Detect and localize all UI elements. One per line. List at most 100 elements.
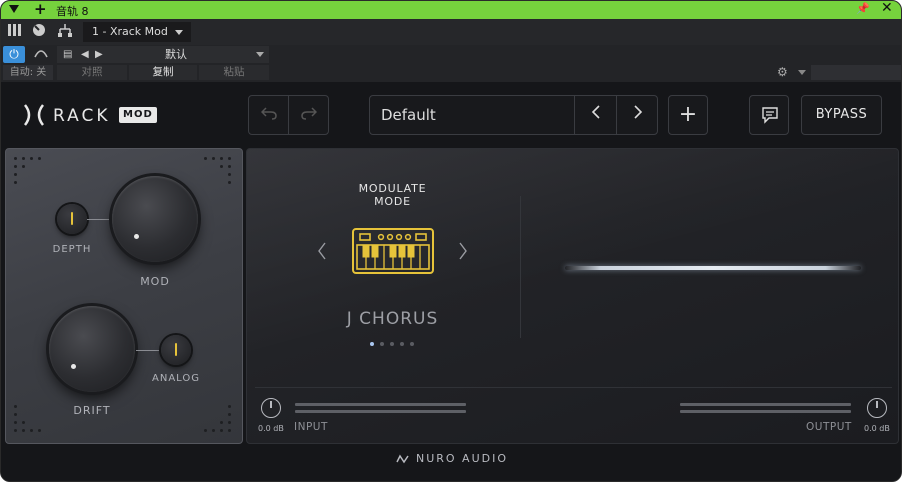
chevron-right-icon [633,105,642,119]
knob-indicator [71,364,76,369]
rack-view-icon[interactable] [5,23,25,41]
dial-icon[interactable] [29,23,49,41]
track-selector-label: 1 - Xrack Mod [92,25,168,38]
depth-knob[interactable] [57,204,87,234]
output-label: OUTPUT [806,421,852,433]
undo-icon [260,107,277,120]
chevron-down-icon[interactable] [256,52,264,57]
pin-icon[interactable]: 📌 [856,2,870,15]
output-meter-right [680,410,851,413]
redo-button[interactable] [289,96,329,134]
chat-icon [762,107,778,124]
pager-dot[interactable] [390,342,394,346]
input-gain-value: 0.0 dB [258,424,284,433]
prev-mode-button[interactable] [317,241,327,266]
nuro-logo-icon [396,454,409,464]
logo-text: RACK [53,106,111,126]
connector-line [136,350,160,351]
footer-brand-text: NURO AUDIO [415,452,509,465]
output-gain-knob[interactable] [867,398,887,418]
analog-label: ANALOG [152,373,200,384]
chevron-left-icon [591,105,600,119]
plugin-window: + 音轨 8 📌 ✕ 1 - Xrack Mod ⏻ ▤ ◀ ▶ 默认 自动: … [0,0,902,482]
host-toolbar: 1 - Xrack Mod ⏻ ▤ ◀ ▶ 默认 自动: 关 对照 复制 粘贴 … [1,19,901,82]
chevron-left-icon [318,242,326,260]
knob-indicator [175,343,177,356]
drift-knob[interactable] [49,306,135,392]
logo-badge: MOD [119,107,157,123]
preset-selector[interactable]: Default [369,95,658,135]
divider [255,387,892,388]
power-button[interactable]: ⏻ [3,46,25,63]
add-preset-button[interactable]: + [668,95,708,135]
knob-indicator [134,234,139,239]
close-icon[interactable]: ✕ [881,1,893,16]
copy-button[interactable]: 复制 [129,65,197,80]
compare-button[interactable]: 对照 [57,65,127,80]
pager-dot[interactable] [400,342,404,346]
undo-redo-group [248,95,329,135]
next-mode-button[interactable] [458,241,468,266]
pager-dot[interactable] [410,342,414,346]
input-meter-left [295,403,466,406]
paste-button[interactable]: 粘贴 [199,65,269,80]
connector-line [87,219,111,220]
redo-icon [301,107,318,120]
add-icon[interactable]: + [34,1,47,18]
mod-label: MOD [140,275,170,288]
mode-panel: MODULATE MODE J CHORUS 0.0 dB INPUT OUTP… [246,148,899,444]
automation-status[interactable]: 自动: 关 [3,65,53,80]
keyboard-synth-icon [352,228,434,274]
plugin-body: RACK MOD Default + BYPASS DEPTH MOD ANAL… [1,82,901,481]
next-preset-icon[interactable]: ▶ [95,46,103,63]
preset-file-icon[interactable]: ▤ [63,46,72,63]
preset-name[interactable]: Default [381,96,436,134]
corner-dots [14,405,46,437]
input-gain-knob[interactable] [261,398,281,418]
modulation-waveform [565,266,861,270]
window-title: 音轨 8 [56,5,89,18]
host-row-bottom: 自动: 关 对照 复制 粘贴 ⚙ [1,64,901,81]
title-bar: + 音轨 8 📌 ✕ [1,1,901,19]
bypass-button[interactable]: BYPASS [801,95,882,135]
chevron-down-icon [175,30,183,35]
knob-panel: DEPTH MOD ANALOG DRIFT [5,148,243,444]
host-preset-bar: ▤ ◀ ▶ 默认 [57,46,269,63]
prev-preset-icon[interactable]: ◀ [81,46,89,63]
routing-icon[interactable] [55,23,75,41]
pager-dot[interactable] [370,342,374,346]
mod-knob[interactable] [112,176,198,262]
input-meter-right [295,410,466,413]
host-row-top: 1 - Xrack Mod [1,19,901,45]
next-preset-button[interactable] [616,96,658,134]
corner-dots [14,157,46,189]
divider [520,196,521,338]
knob-indicator [71,212,73,225]
modulate-mode-title: MODULATE MODE [358,182,427,208]
pager-dot[interactable] [380,342,384,346]
chevron-down-icon[interactable] [798,70,806,75]
footer-brand: NURO AUDIO [1,452,901,465]
track-selector[interactable]: 1 - Xrack Mod [83,22,191,42]
input-label: INPUT [294,421,328,433]
gear-icon[interactable]: ⚙ [777,65,793,80]
prev-preset-button[interactable] [574,96,616,134]
output-meter-left [680,403,851,406]
corner-dots [204,405,236,437]
x-logo-icon [23,104,45,126]
feedback-button[interactable] [749,95,789,135]
depth-label: DEPTH [52,244,92,255]
output-gain-value: 0.0 dB [864,424,890,433]
host-preset-value[interactable]: 默认 [165,46,265,63]
automation-icon[interactable] [31,46,51,63]
host-blank-field [811,65,901,80]
analog-knob[interactable] [161,335,191,365]
mode-name: J CHORUS [346,309,439,329]
undo-button[interactable] [249,96,289,134]
collapse-icon[interactable] [9,5,19,13]
chevron-right-icon [459,242,467,260]
host-row-middle: ⏻ ▤ ◀ ▶ 默认 [1,45,901,64]
mode-pager [370,342,430,348]
drift-label: DRIFT [73,404,111,417]
corner-dots [204,157,236,189]
